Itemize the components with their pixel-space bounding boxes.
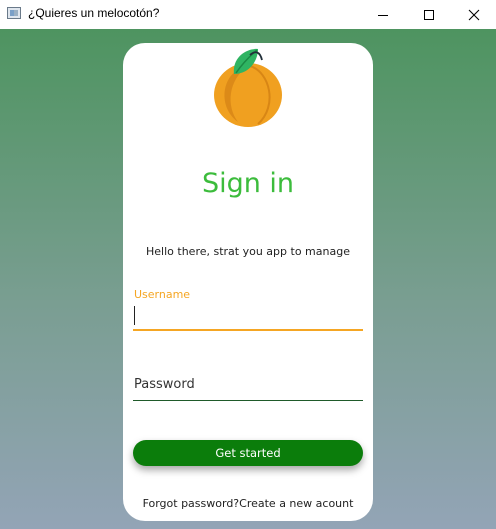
maximize-icon: [424, 9, 434, 20]
title-bar: ¿Quieres un melocotón?: [0, 0, 496, 29]
minimize-button[interactable]: [360, 0, 406, 29]
close-button[interactable]: [451, 0, 496, 29]
peach-icon: [214, 48, 282, 127]
close-icon: [468, 9, 480, 20]
page-title: Sign in: [201, 168, 295, 199]
text-caret: [134, 306, 135, 325]
username-underline: [133, 329, 363, 331]
window-title: ¿Quieres un melocotón?: [28, 6, 160, 20]
app-window-icon: [7, 7, 21, 19]
get-started-button[interactable]: Get started: [133, 440, 363, 466]
password-input[interactable]: [133, 374, 363, 400]
password-underline: [133, 400, 363, 401]
footer-links: Forgot password?Create a new acount: [123, 497, 373, 510]
username-label: Username: [134, 288, 191, 301]
maximize-button[interactable]: [406, 0, 452, 29]
forgot-password-link[interactable]: Forgot password?: [143, 497, 240, 510]
welcome-subtitle: Hello there, strat you app to manage: [146, 245, 350, 258]
username-input[interactable]: [133, 304, 363, 330]
minimize-icon: [378, 14, 388, 16]
create-account-link[interactable]: Create a new acount: [239, 497, 353, 510]
